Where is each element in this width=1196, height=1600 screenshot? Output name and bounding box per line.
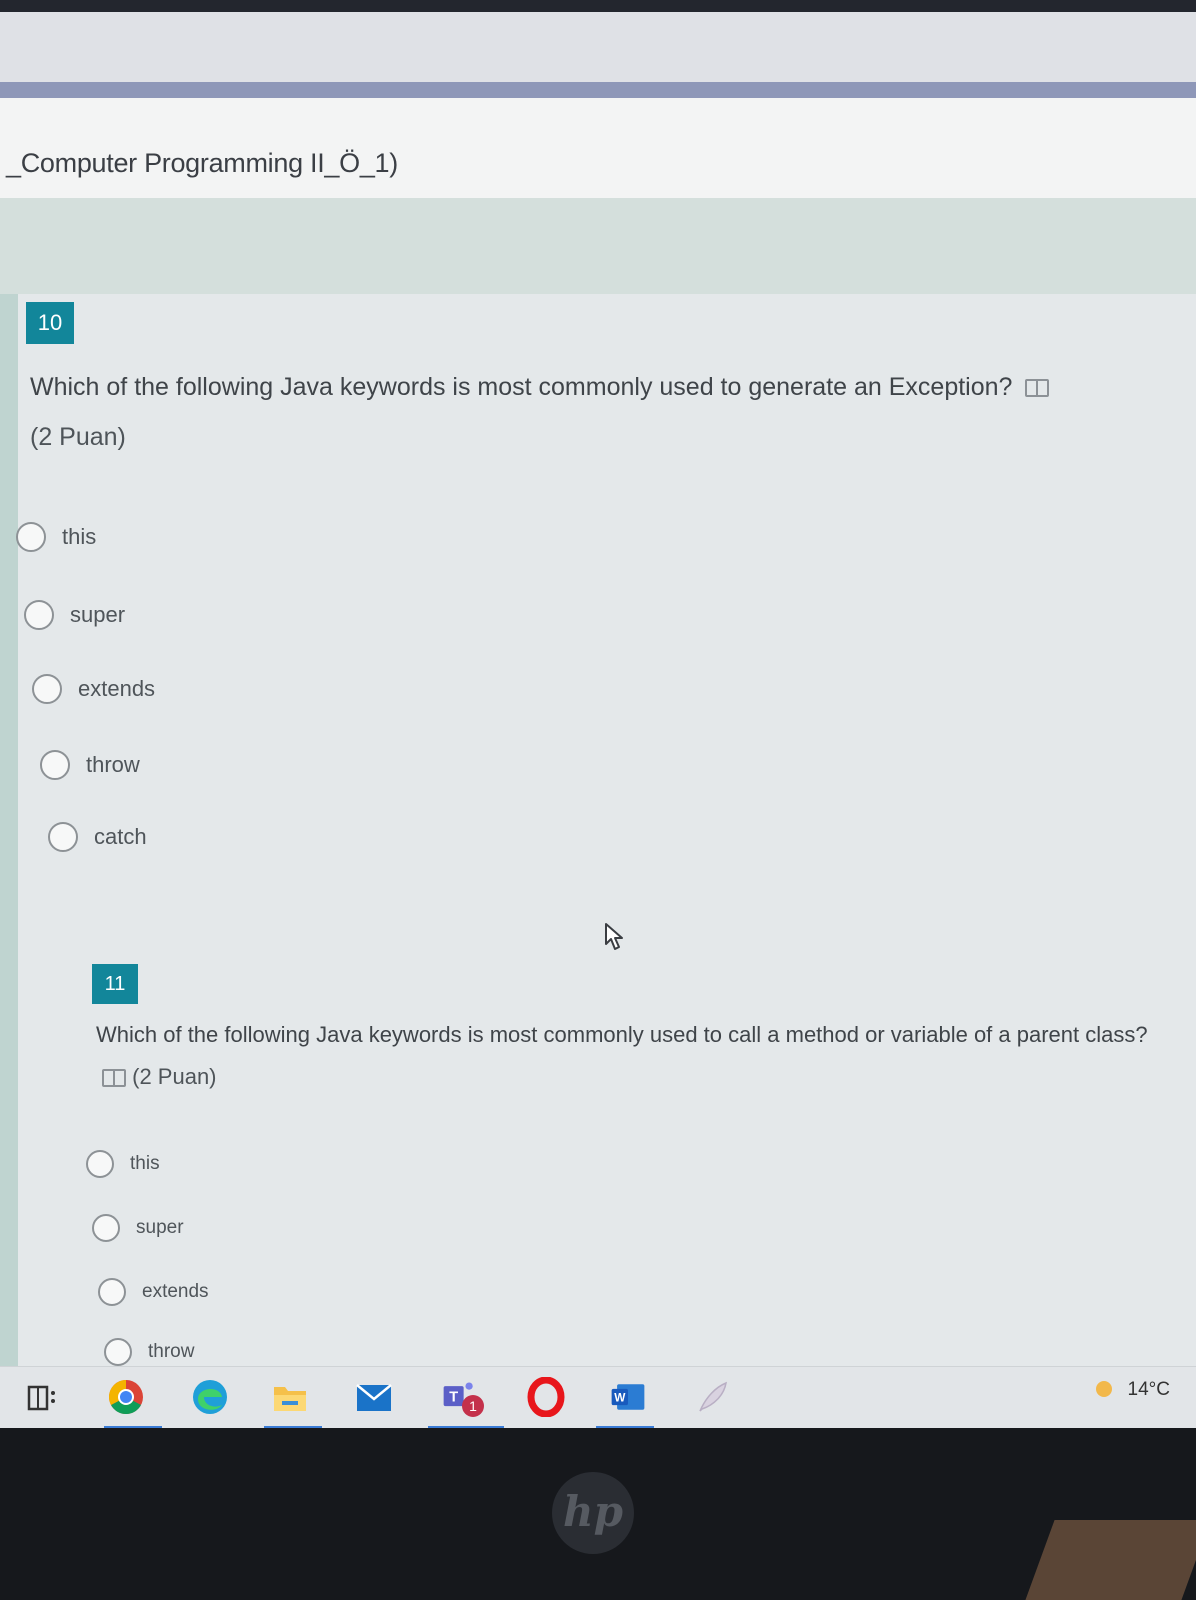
radio-button[interactable] [98,1278,126,1306]
mail-icon[interactable] [354,1377,394,1417]
option-label: extends [142,1281,209,1302]
option-label: extends [78,676,156,701]
hp-logo: hp [552,1472,634,1554]
task-view-icon[interactable] [26,1381,60,1415]
question-number-badge: 10 [26,302,74,344]
option-this[interactable]: this [16,522,96,552]
form-header: _Computer Programming II_Ö_1) [0,98,1196,199]
question-prompt: Which of the following Java keywords is … [30,373,1013,401]
word-icon[interactable]: W [608,1377,648,1417]
question-number-badge: 11 [92,964,138,1004]
option-extends[interactable]: extends [98,1278,209,1306]
taskbar: T 1 W 14°C [0,1366,1196,1429]
radio-button[interactable] [86,1150,114,1178]
edge-icon[interactable] [190,1377,230,1417]
option-throw[interactable]: throw [104,1338,194,1366]
question-text: Which of the following Java keywords is … [30,362,1170,462]
question-points: (2 Puan) [30,423,126,451]
radio-button[interactable] [40,750,70,780]
question-text: Which of the following Java keywords is … [96,1014,1156,1098]
feather-icon[interactable] [692,1377,732,1417]
radio-button[interactable] [16,522,46,552]
chrome-icon[interactable] [106,1377,146,1417]
desk-surface [1025,1520,1196,1600]
svg-text:T: T [449,1390,458,1406]
radio-button[interactable] [104,1338,132,1366]
option-label: catch [94,824,147,849]
option-label: throw [86,752,140,777]
form-body: 10 Which of the following Java keywords … [0,294,1196,1390]
browser-accent-strip [0,82,1196,98]
left-edge-strip [0,294,18,1390]
immersive-reader-icon[interactable] [1025,379,1050,398]
option-extends[interactable]: extends [32,674,155,704]
form-title: _Computer Programming II_Ö_1) [6,148,398,178]
radio-button[interactable] [32,674,62,704]
immersive-reader-icon[interactable] [102,1069,126,1088]
option-label: this [62,524,97,549]
teams-notification-badge: 1 [462,1395,484,1417]
screen-bezel-top [0,0,1196,12]
weather-icon[interactable] [1096,1381,1112,1397]
opera-icon[interactable] [526,1377,566,1417]
radio-button[interactable] [92,1214,120,1242]
browser-chrome [0,12,1196,82]
question-prompt: Which of the following Java keywords is … [96,1022,1148,1047]
radio-button[interactable] [48,822,78,852]
radio-button[interactable] [24,600,54,630]
weather-temperature[interactable]: 14°C [1128,1379,1170,1401]
form-banner [0,198,1196,294]
option-label: throw [148,1341,195,1362]
option-super[interactable]: super [92,1214,184,1242]
option-label: this [130,1153,160,1174]
option-this[interactable]: this [86,1150,160,1178]
question-points: (2 Puan) [132,1064,217,1089]
option-super[interactable]: super [24,600,125,630]
option-catch[interactable]: catch [48,822,147,852]
option-throw[interactable]: throw [40,750,140,780]
option-label: super [136,1217,184,1238]
svg-text:W: W [614,1391,626,1405]
option-label: super [70,602,126,627]
mouse-cursor-icon [605,923,623,950]
file-explorer-icon[interactable] [270,1377,310,1417]
